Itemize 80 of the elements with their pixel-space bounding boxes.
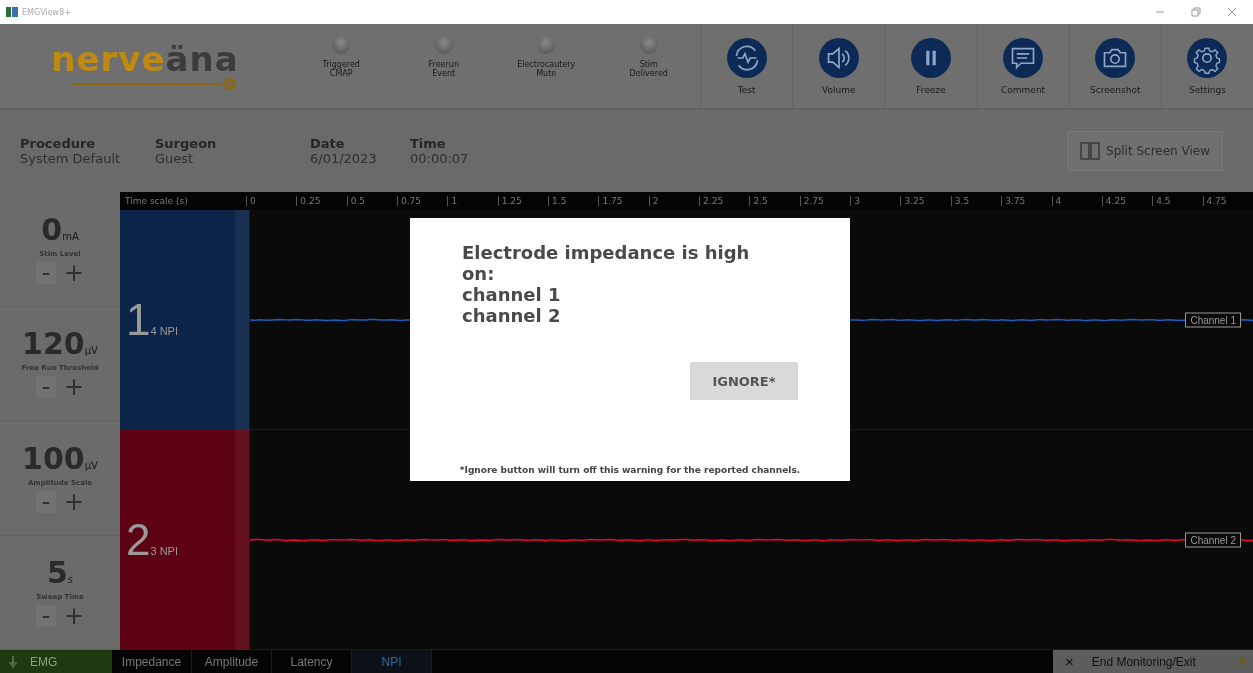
time-tick: 4.25 bbox=[1101, 196, 1153, 206]
time-tick: 2.75 bbox=[799, 196, 851, 206]
app-icon bbox=[6, 7, 18, 17]
indicator-label: Electrocautery Mute bbox=[517, 60, 576, 78]
time-tick: 3.25 bbox=[900, 196, 951, 206]
bottom-tab[interactable]: Amplitude bbox=[192, 650, 272, 673]
time-tick: 2.5 bbox=[749, 196, 800, 206]
channel-label: 14 NPI bbox=[125, 298, 178, 342]
increase-button[interactable]: + bbox=[64, 605, 84, 628]
dialog-footnote: *Ignore button will turn off this warning for the reported channels. bbox=[459, 465, 801, 475]
ignore-button[interactable]: IGNORE* bbox=[690, 362, 798, 400]
info-label: Surgeon bbox=[155, 136, 218, 151]
indicator-label: Stim Delivered bbox=[629, 60, 668, 78]
increase-button[interactable]: + bbox=[64, 261, 84, 284]
time-tick: 1.25 bbox=[497, 196, 549, 206]
decrease-button[interactable]: - bbox=[36, 490, 56, 513]
toolbar-button[interactable]: Volume bbox=[792, 24, 885, 108]
emg-tab[interactable]: EMG bbox=[0, 650, 112, 673]
toolbar-button[interactable]: Comment bbox=[976, 24, 1069, 108]
time-scale-label: Time scale (s) bbox=[124, 196, 189, 206]
indicator-label: Freerun Event bbox=[428, 60, 459, 78]
control-value: 100μV bbox=[22, 442, 98, 475]
time-tick: 1 bbox=[447, 196, 498, 206]
control-value: 0mA bbox=[41, 213, 79, 246]
bottom-tab[interactable]: NPI bbox=[352, 650, 432, 673]
time-tick: 3 bbox=[850, 196, 901, 206]
time-tick: 0.25 bbox=[296, 196, 347, 206]
info-value: System Default bbox=[20, 151, 122, 166]
toolbar-button[interactable]: Settings bbox=[1160, 24, 1253, 108]
end-monitoring-button[interactable]: × End Monitoring/Exit bbox=[1053, 650, 1253, 673]
camera-icon bbox=[1094, 37, 1137, 79]
decrease-button[interactable]: - bbox=[36, 261, 56, 284]
info-label: Time bbox=[410, 136, 447, 151]
time-tick: 4.5 bbox=[1152, 196, 1203, 206]
info-label: Procedure bbox=[20, 136, 97, 151]
toolbar-button[interactable]: Screenshot bbox=[1068, 24, 1161, 108]
split-screen-icon bbox=[1080, 142, 1101, 160]
time-tick: 4 bbox=[1051, 196, 1102, 206]
settings-icon bbox=[1186, 37, 1229, 79]
time-tick: 0.5 bbox=[346, 196, 398, 206]
split-screen-button[interactable]: Split Screen View bbox=[1067, 131, 1223, 171]
channel-name-tag: Channel 1 bbox=[1185, 312, 1241, 327]
dialog-message: Electrode impedance is high on: bbox=[462, 242, 751, 284]
exit-icon: × bbox=[1065, 653, 1074, 670]
toolbar-button[interactable]: Test bbox=[700, 24, 793, 108]
window-title: EMGView8+ bbox=[22, 7, 71, 17]
info-label: Date bbox=[310, 136, 346, 151]
time-tick: 3.5 bbox=[950, 196, 1002, 206]
channel-name-tag: Channel 2 bbox=[1185, 532, 1241, 547]
bottom-tab[interactable]: Impedance bbox=[112, 650, 192, 673]
time-tick: 1.5 bbox=[548, 196, 599, 206]
close-icon[interactable] bbox=[1227, 7, 1237, 17]
time-tick: 3.75 bbox=[1001, 196, 1052, 206]
time-tick: 0.75 bbox=[397, 196, 448, 206]
comment-icon bbox=[1002, 37, 1045, 79]
control-value: 120μV bbox=[22, 328, 98, 361]
info-value: 00:00:07 bbox=[410, 151, 470, 166]
decrease-button[interactable]: - bbox=[36, 605, 56, 628]
toolbar-button[interactable]: Freeze bbox=[884, 24, 977, 108]
dialog-channel: channel 1 bbox=[462, 284, 562, 305]
time-tick: 2.25 bbox=[699, 196, 750, 206]
channel-label: 23 NPI bbox=[125, 518, 178, 562]
info-value: 6/01/2023 bbox=[310, 151, 378, 166]
control-value: 5s bbox=[46, 557, 74, 590]
restore-icon[interactable] bbox=[1191, 7, 1201, 17]
increase-button[interactable]: + bbox=[64, 376, 84, 399]
info-value: Guest bbox=[155, 151, 195, 166]
ground-icon bbox=[8, 655, 18, 668]
volume-icon bbox=[817, 37, 860, 79]
time-tick: 1.75 bbox=[598, 196, 649, 206]
time-tick: 0 bbox=[246, 196, 297, 206]
time-tick: 4.75 bbox=[1202, 196, 1253, 206]
decrease-button[interactable]: - bbox=[36, 376, 56, 399]
trophy-icon bbox=[1237, 655, 1247, 668]
pause-icon bbox=[909, 37, 952, 79]
increase-button[interactable]: + bbox=[64, 490, 84, 513]
indicator-label: Triggered CMAP bbox=[322, 60, 360, 78]
time-tick: 2 bbox=[648, 196, 700, 206]
dialog-channel: channel 2 bbox=[462, 305, 562, 326]
refresh-pulse-icon bbox=[725, 37, 768, 79]
